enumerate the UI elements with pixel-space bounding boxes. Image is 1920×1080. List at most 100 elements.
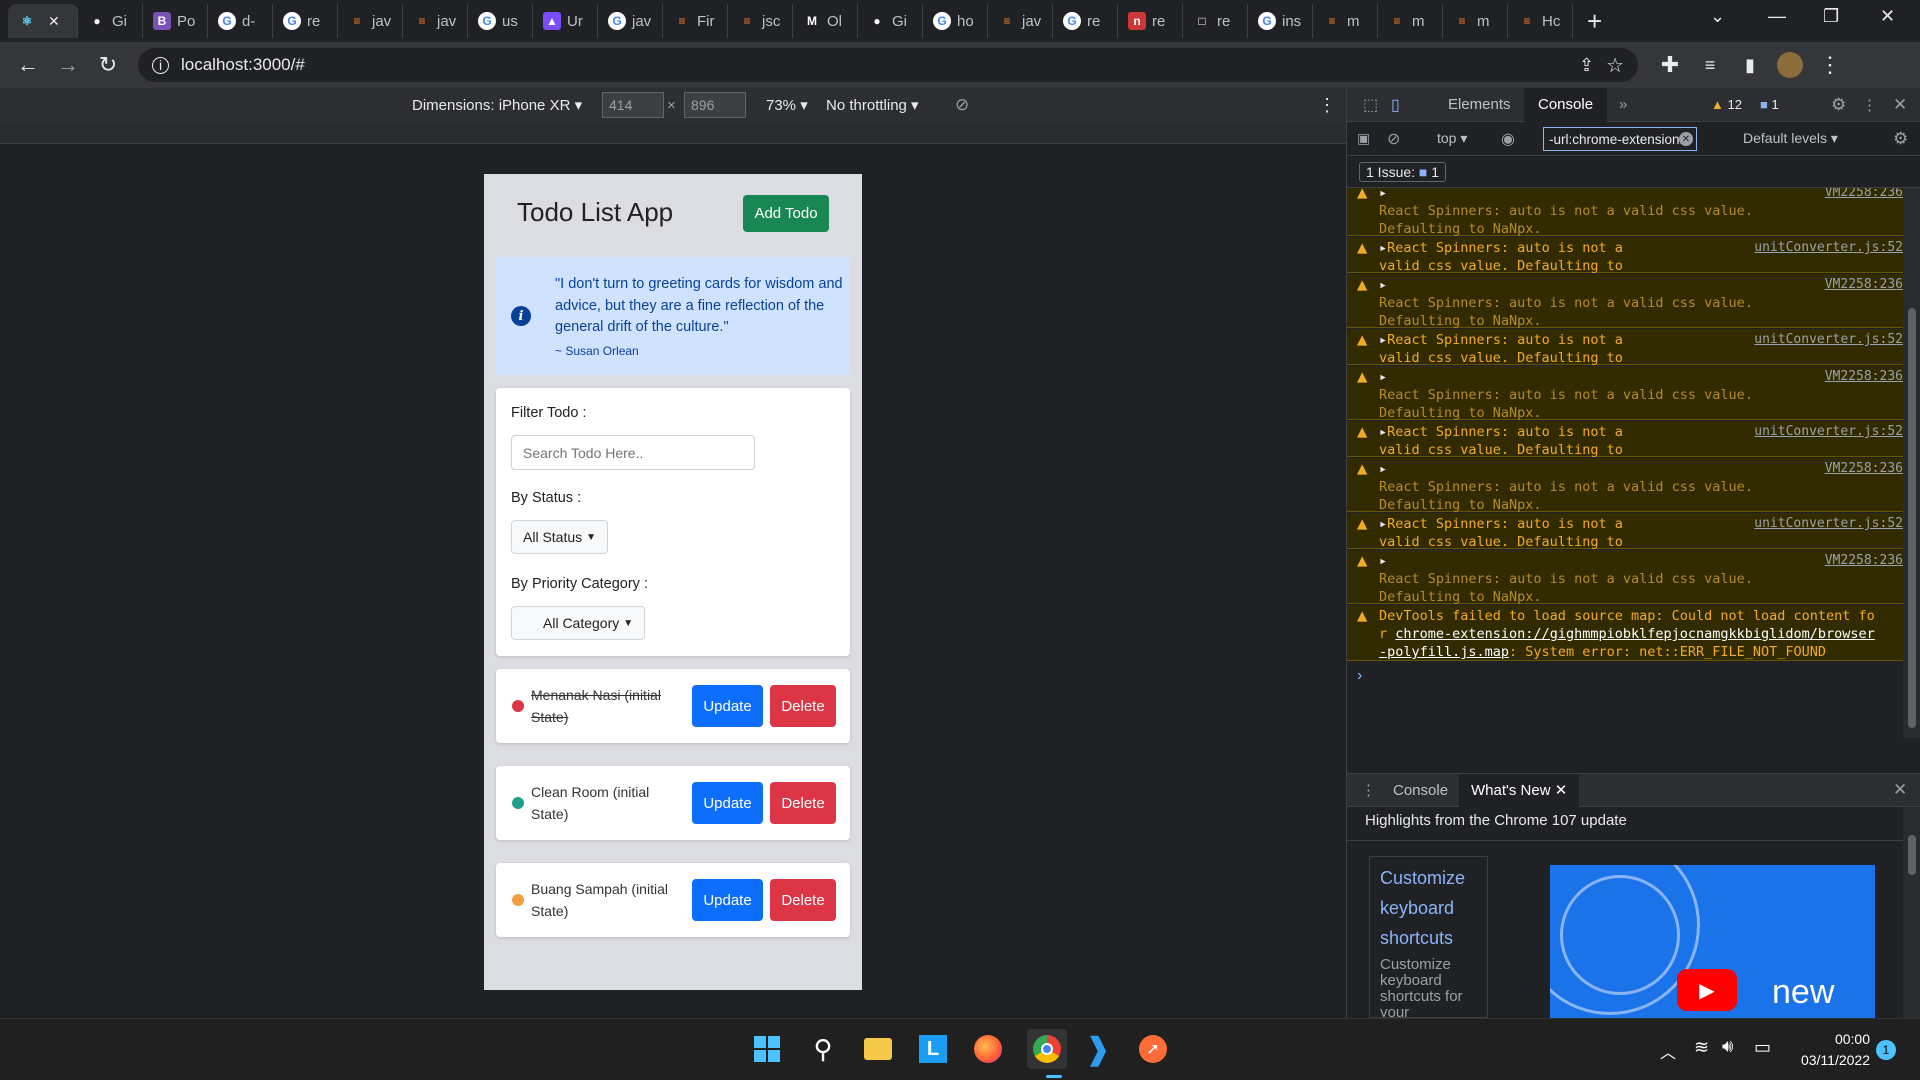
add-todo-button[interactable]: Add Todo: [743, 195, 829, 232]
browser-tab[interactable]: ≡ m: [1313, 4, 1378, 38]
source-link[interactable]: VM2258:236: [1825, 460, 1903, 478]
category-dropdown[interactable]: All Category ▼: [511, 606, 646, 640]
browser-tab[interactable]: □ re: [1183, 4, 1248, 38]
source-link[interactable]: unitConverter.js:52: [1754, 423, 1903, 441]
close-window-icon[interactable]: ✕: [1880, 6, 1895, 27]
live-expression-eye-icon[interactable]: ◉: [1501, 129, 1515, 149]
device-dimensions-select[interactable]: Dimensions: iPhone XR ▾: [412, 96, 582, 114]
search-input[interactable]: [511, 435, 755, 470]
menu-kebab-icon[interactable]: ⋮: [1810, 45, 1850, 85]
update-button[interactable]: Update: [692, 879, 763, 921]
wifi-icon[interactable]: ≋: [1694, 1037, 1709, 1058]
vscode-icon[interactable]: ❱: [1082, 1033, 1114, 1066]
console-warning[interactable]: ▲ unitConverter.js:52 ▸React Spinners: aut…: [1347, 421, 1903, 476]
address-bar[interactable]: i localhost:3000/# ⇪ ☆: [138, 48, 1638, 82]
delete-button[interactable]: Delete: [770, 685, 836, 727]
browser-tab[interactable]: ≡ jsc: [728, 4, 793, 38]
issues-button[interactable]: 1 Issue: ■ 1: [1359, 162, 1447, 182]
browser-tab[interactable]: ≡ Hc: [1508, 4, 1573, 38]
battery-icon[interactable]: ▭: [1754, 1037, 1771, 1058]
close-tab-icon[interactable]: ✕: [1555, 782, 1568, 799]
source-link[interactable]: VM2258:236: [1825, 276, 1903, 294]
browser-tab[interactable]: Gre: [1053, 4, 1118, 38]
device-toggle-icon[interactable]: ▯: [1391, 95, 1400, 115]
lark-app-icon[interactable]: L: [917, 1033, 949, 1065]
close-devtools-icon[interactable]: ✕: [1893, 95, 1907, 115]
zoom-select[interactable]: 73% ▾: [766, 96, 808, 114]
delete-button[interactable]: Delete: [770, 782, 836, 824]
console-warning[interactable]: ▲ unitConverter.js:52 ▸React Spinners: aut…: [1347, 513, 1903, 568]
drawer-scrollbar[interactable]: [1903, 807, 1920, 1018]
whats-new-video[interactable]: ▶ new: [1550, 865, 1875, 1018]
console-warning[interactable]: ▲ VM2258:236 ▸ React Spinners: auto is not …: [1347, 458, 1903, 513]
browser-tab[interactable]: ≡ m: [1378, 4, 1443, 38]
device-height-input[interactable]: 896: [684, 92, 746, 118]
drawer-tab-console[interactable]: Console: [1393, 782, 1448, 799]
update-button[interactable]: Update: [692, 685, 763, 727]
tab-search-icon[interactable]: ⌄: [1710, 6, 1725, 27]
new-tab-icon[interactable]: +: [1587, 6, 1602, 37]
tray-chevron-icon[interactable]: ︿: [1660, 1039, 1676, 1063]
volume-icon[interactable]: 🔊︎: [1722, 1036, 1733, 1057]
expand-arrow-icon[interactable]: ▸: [1379, 277, 1387, 293]
messages-badge[interactable]: ■ 1: [1760, 97, 1779, 112]
source-link[interactable]: VM2258:236: [1825, 188, 1903, 202]
browser-tab[interactable]: ≡ jav: [403, 4, 468, 38]
browser-tab[interactable]: ≡ Fir: [663, 4, 728, 38]
tab-console[interactable]: Console: [1524, 88, 1608, 122]
clear-console-icon[interactable]: ⊘: [1387, 129, 1400, 149]
console-filter-input[interactable]: -url:chrome-extension://✕: [1543, 127, 1697, 151]
side-panel-icon[interactable]: ▮: [1730, 45, 1770, 85]
clear-filter-icon[interactable]: ✕: [1679, 132, 1693, 146]
forward-icon[interactable]: →: [48, 45, 88, 85]
extensions-icon[interactable]: ✚: [1650, 45, 1690, 85]
youtube-play-icon[interactable]: ▶: [1677, 969, 1737, 1011]
clock-date[interactable]: 03/11/2022: [1793, 1052, 1870, 1068]
context-select[interactable]: top ▾: [1437, 130, 1467, 147]
warnings-badge[interactable]: ▲ 12: [1711, 97, 1742, 112]
notification-badge[interactable]: 1: [1876, 1040, 1896, 1060]
browser-tab[interactable]: B Po: [143, 4, 208, 38]
browser-tab[interactable]: Gins: [1248, 4, 1313, 38]
devtools-menu-icon[interactable]: ⋮: [1862, 96, 1877, 114]
console-warning[interactable]: ▲ unitConverter.js:52 ▸React Spinners: aut…: [1347, 237, 1903, 292]
minimize-icon[interactable]: —: [1768, 6, 1786, 27]
customize-shortcuts-link[interactable]: Customize keyboard shortcuts: [1380, 863, 1477, 953]
tab-elements[interactable]: Elements: [1448, 96, 1511, 113]
file-explorer-icon[interactable]: [862, 1033, 894, 1065]
bookmark-star-icon[interactable]: ☆: [1606, 53, 1624, 78]
chrome-icon[interactable]: [1027, 1029, 1067, 1069]
console-warning[interactable]: ▲ unitConverter.js:52 ▸React Spinners: aut…: [1347, 329, 1903, 384]
expand-arrow-icon[interactable]: ▸: [1379, 188, 1387, 201]
browser-tab[interactable]: ● Gi: [858, 4, 923, 38]
browser-tab[interactable]: ⚛ ✕: [8, 4, 78, 38]
console-warning[interactable]: ▲ VM2258:236 ▸ React Spinners: auto is not …: [1347, 274, 1903, 329]
console-prompt[interactable]: ›: [1357, 667, 1362, 685]
close-drawer-icon[interactable]: ✕: [1893, 780, 1907, 800]
browser-tab[interactable]: ≡ m: [1443, 4, 1508, 38]
media-icon[interactable]: ≡: [1690, 45, 1730, 85]
expand-arrow-icon[interactable]: ▸: [1379, 332, 1387, 348]
status-dropdown[interactable]: All Status ▼: [511, 520, 609, 554]
device-width-input[interactable]: 414: [602, 92, 664, 118]
settings-gear-icon[interactable]: ⚙: [1831, 95, 1846, 115]
source-link[interactable]: VM2258:236: [1825, 552, 1903, 570]
more-tabs-icon[interactable]: »: [1619, 96, 1627, 113]
console-scrollbar[interactable]: [1903, 188, 1920, 738]
info-icon[interactable]: i: [152, 56, 169, 74]
throttling-select[interactable]: No throttling ▾: [826, 96, 919, 114]
console-warning[interactable]: ▲ VM2258:236 ▸ React Spinners: auto is not …: [1347, 366, 1903, 421]
console-warning[interactable]: ▲ VM2258:236 ▸ React Spinners: auto is not …: [1347, 550, 1903, 605]
inspect-icon[interactable]: ⬚: [1363, 95, 1378, 115]
clock-time[interactable]: 00:00: [1828, 1031, 1870, 1047]
browser-tab[interactable]: Gd-: [208, 4, 273, 38]
expand-arrow-icon[interactable]: ▸: [1379, 516, 1387, 532]
device-more-icon[interactable]: ⋮: [1318, 95, 1336, 116]
drawer-tab-whats-new[interactable]: What's New ✕: [1459, 774, 1580, 807]
log-levels-select[interactable]: Default levels ▾: [1743, 130, 1838, 147]
source-link[interactable]: unitConverter.js:52: [1754, 331, 1903, 349]
browser-tab[interactable]: Gre: [273, 4, 338, 38]
browser-tab[interactable]: ≡ jav: [988, 4, 1053, 38]
expand-arrow-icon[interactable]: ▸: [1379, 553, 1387, 569]
avatar[interactable]: [1770, 45, 1810, 85]
